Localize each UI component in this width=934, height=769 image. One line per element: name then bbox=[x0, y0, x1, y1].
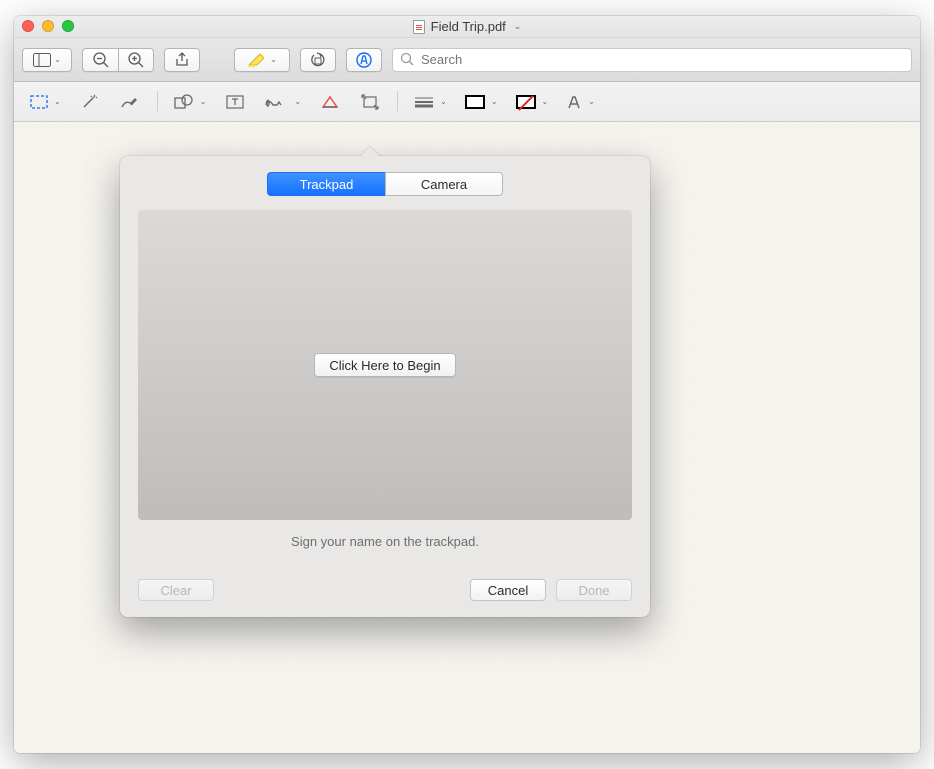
search-wrap bbox=[392, 48, 912, 72]
document-canvas[interactable]: Trackpad Camera Click Here to Begin Sign… bbox=[14, 122, 920, 753]
annotate-triangle-icon bbox=[321, 95, 339, 109]
chevron-down-icon: ⌄ bbox=[440, 97, 447, 106]
zoom-in-button[interactable] bbox=[118, 48, 154, 72]
begin-signature-button[interactable]: Click Here to Begin bbox=[314, 353, 455, 377]
text-box-button[interactable] bbox=[218, 89, 252, 115]
zoom-window-button[interactable] bbox=[62, 20, 74, 32]
search-input[interactable] bbox=[392, 48, 912, 72]
shapes-button[interactable]: ⌄ bbox=[168, 89, 213, 115]
sidebar-icon bbox=[33, 53, 51, 67]
resize-arrows-icon bbox=[361, 94, 379, 110]
zoom-out-icon bbox=[92, 51, 110, 69]
signature-capture-area[interactable]: Click Here to Begin bbox=[138, 210, 632, 520]
clear-button[interactable]: Clear bbox=[138, 579, 214, 601]
border-color-swatch bbox=[465, 95, 485, 109]
text-style-icon bbox=[566, 95, 582, 109]
fill-color-swatch bbox=[516, 95, 536, 109]
markup-toolbar: ⌄ ⌄ ⌄ ⌄ ⌄ bbox=[14, 82, 920, 122]
border-color-button[interactable]: ⌄ bbox=[459, 89, 504, 115]
adjust-size-button[interactable] bbox=[353, 89, 387, 115]
selection-rect-icon bbox=[30, 95, 48, 109]
pencil-draw-icon bbox=[120, 95, 140, 109]
signature-instruction-text: Sign your name on the trackpad. bbox=[138, 534, 632, 549]
toolbar-separator bbox=[157, 91, 158, 113]
chevron-down-icon: ⌄ bbox=[491, 97, 498, 106]
titlebar: Field Trip.pdf ⌄ bbox=[14, 16, 920, 38]
signature-source-tabs: Trackpad Camera bbox=[138, 172, 632, 196]
done-button[interactable]: Done bbox=[556, 579, 632, 601]
search-icon bbox=[400, 52, 414, 71]
zoom-group bbox=[82, 48, 154, 72]
markup-icon bbox=[355, 51, 373, 69]
zoom-out-button[interactable] bbox=[82, 48, 118, 72]
rotate-left-icon bbox=[309, 52, 327, 68]
traffic-lights bbox=[22, 20, 74, 32]
text-style-button[interactable]: ⌄ bbox=[560, 89, 601, 115]
instant-alpha-button[interactable] bbox=[73, 89, 107, 115]
chevron-down-icon: ⌄ bbox=[54, 97, 61, 106]
shapes-icon bbox=[174, 94, 194, 110]
chevron-down-icon: ⌄ bbox=[200, 97, 207, 106]
text-box-icon bbox=[226, 95, 244, 109]
tab-trackpad[interactable]: Trackpad bbox=[267, 172, 385, 196]
chevron-down-icon: ⌄ bbox=[270, 55, 277, 64]
magic-wand-icon bbox=[81, 94, 99, 110]
minimize-window-button[interactable] bbox=[42, 20, 54, 32]
highlighter-icon bbox=[247, 53, 267, 67]
markup-toggle-button[interactable] bbox=[346, 48, 382, 72]
document-title: Field Trip.pdf bbox=[431, 19, 506, 34]
cancel-button[interactable]: Cancel bbox=[470, 579, 546, 601]
chevron-down-icon: ⌄ bbox=[54, 55, 61, 64]
title-area[interactable]: Field Trip.pdf ⌄ bbox=[413, 19, 522, 34]
document-icon bbox=[413, 20, 425, 34]
sign-button[interactable]: ⌄ bbox=[258, 89, 307, 115]
toolbar-separator bbox=[397, 91, 398, 113]
chevron-down-icon: ⌄ bbox=[588, 97, 595, 106]
highlight-button[interactable]: ⌄ bbox=[234, 48, 290, 72]
line-style-button[interactable]: ⌄ bbox=[408, 89, 453, 115]
fill-color-button[interactable]: ⌄ bbox=[510, 89, 555, 115]
sketch-tool-button[interactable] bbox=[113, 89, 147, 115]
chevron-down-icon: ⌄ bbox=[542, 97, 549, 106]
main-toolbar: ⌄ ⌄ bbox=[14, 38, 920, 82]
selection-tool-button[interactable]: ⌄ bbox=[24, 89, 67, 115]
share-icon bbox=[175, 52, 189, 68]
chevron-down-icon: ⌄ bbox=[294, 97, 301, 106]
rotate-button[interactable] bbox=[300, 48, 336, 72]
tab-camera[interactable]: Camera bbox=[385, 172, 503, 196]
line-style-icon bbox=[414, 96, 434, 108]
share-button[interactable] bbox=[164, 48, 200, 72]
zoom-in-icon bbox=[127, 51, 145, 69]
signature-popover: Trackpad Camera Click Here to Begin Sign… bbox=[120, 156, 650, 617]
title-chevron-icon: ⌄ bbox=[514, 21, 522, 32]
app-window: Field Trip.pdf ⌄ ⌄ ⌄ bbox=[14, 16, 920, 753]
annotate-shape-button[interactable] bbox=[313, 89, 347, 115]
popover-arrow bbox=[362, 146, 382, 156]
sidebar-view-button[interactable]: ⌄ bbox=[22, 48, 72, 72]
close-window-button[interactable] bbox=[22, 20, 34, 32]
signature-icon bbox=[264, 95, 288, 109]
popover-actions: Clear Cancel Done bbox=[138, 579, 632, 601]
